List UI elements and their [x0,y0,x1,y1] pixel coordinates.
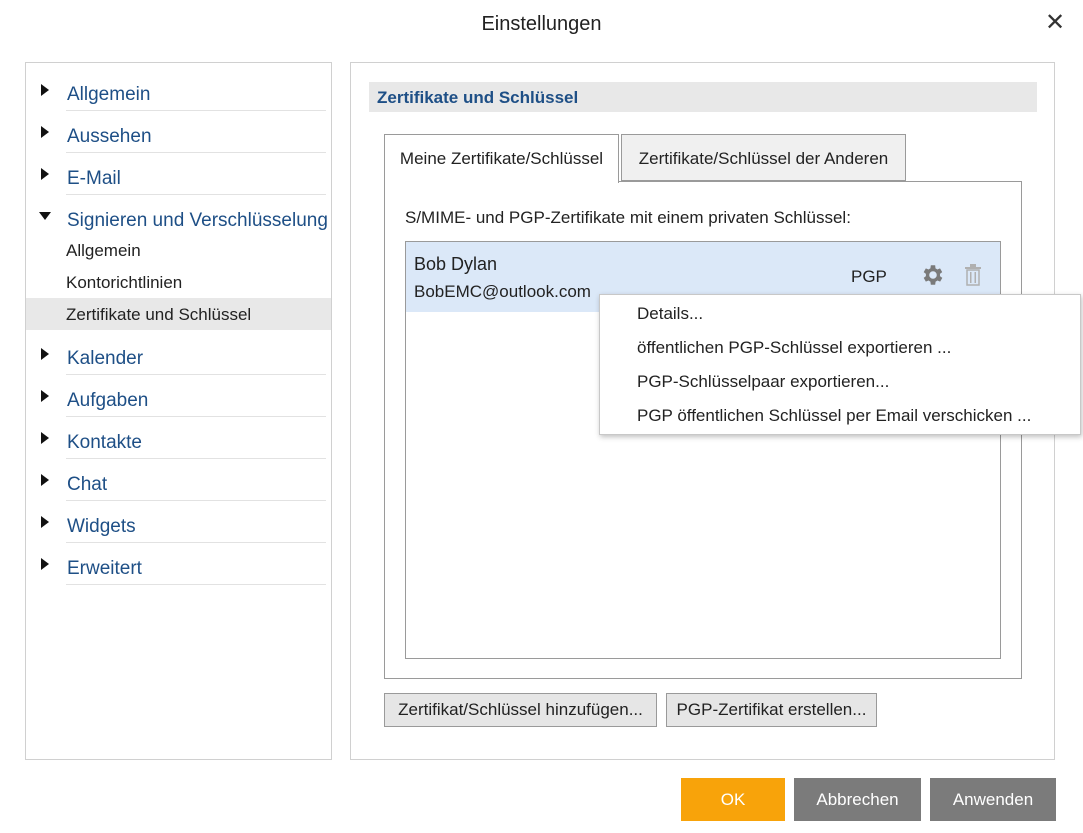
menu-item-label: PGP-Schlüsselpaar exportieren... [637,372,890,391]
sidebar-subitem-label: Kontorichtlinien [66,273,183,292]
sidebar-item-label: Signieren und Verschlüsselung [67,210,328,231]
tab-my-certificates[interactable]: Meine Zertifikate/Schlüssel [384,134,619,183]
sidebar-item-chat[interactable]: Chat [26,459,331,501]
window-title: Einstellungen [481,13,602,35]
close-icon[interactable]: ✕ [1040,8,1070,38]
ok-button[interactable]: OK [681,778,785,821]
sidebar-item-email[interactable]: E-Mail [26,153,331,195]
sidebar-subitem-label: Zertifikate und Schlüssel [66,305,252,324]
menu-item-email-public-key[interactable]: PGP öffentlichen Schlüssel per Email ver… [600,398,1080,432]
menu-item-label: Details... [637,304,704,323]
sidebar-item-label: Kalender [67,348,144,369]
menu-item-label: PGP öffentlichen Schlüssel per Email ver… [637,406,1032,425]
sidebar-item-kontakte[interactable]: Kontakte [26,417,331,459]
sidebar-item-erweitert[interactable]: Erweitert [26,543,331,585]
triangle-right-icon [41,474,49,486]
section-title: Zertifikate und Schlüssel [377,88,579,107]
gear-icon[interactable] [920,262,946,288]
section-header: Zertifikate und Schlüssel [369,82,1037,112]
create-pgp-certificate-button[interactable]: PGP-Zertifikat erstellen... [666,693,877,727]
triangle-right-icon [41,348,49,360]
triangle-right-icon [41,432,49,444]
certificate-type: PGP [851,267,887,286]
apply-button[interactable]: Anwenden [930,778,1056,821]
sidebar-item-label: Kontakte [67,432,142,453]
sidebar-item-allgemein[interactable]: Allgemein [26,69,331,111]
menu-item-export-keypair[interactable]: PGP-Schlüsselpaar exportieren... [600,364,1080,398]
certificate-list-label: S/MIME- und PGP-Zertifikate mit einem pr… [405,208,851,227]
sidebar-item-label: Erweitert [67,558,142,579]
triangle-right-icon [41,126,49,138]
trash-icon[interactable] [963,263,983,287]
sidebar-item-label: Widgets [67,516,136,537]
certificate-email: BobEMC@outlook.com [414,282,591,301]
sidebar-item-label: Aussehen [67,126,152,147]
triangle-right-icon [41,168,49,180]
menu-item-label: öffentlichen PGP-Schlüssel exportieren .… [637,338,952,357]
triangle-down-icon [39,212,51,220]
add-certificate-button[interactable]: Zertifikat/Schlüssel hinzufügen... [384,693,657,727]
sidebar-item-widgets[interactable]: Widgets [26,501,331,543]
context-menu: Details... öffentlichen PGP-Schlüssel ex… [599,294,1081,435]
sidebar-item-aussehen[interactable]: Aussehen [26,111,331,153]
sidebar-subitem-zertifikate[interactable]: Zertifikate und Schlüssel [26,298,331,330]
sidebar-item-label: E-Mail [67,168,121,189]
sidebar-item-kalender[interactable]: Kalender [26,333,331,375]
sidebar-subitem-kontorichtlinien[interactable]: Kontorichtlinien [26,266,331,298]
triangle-right-icon [41,516,49,528]
triangle-right-icon [41,558,49,570]
sidebar-item-aufgaben[interactable]: Aufgaben [26,375,331,417]
sidebar-item-label: Chat [67,474,108,495]
certificate-name: Bob Dylan [414,254,498,274]
sidebar-subitem-allgemein[interactable]: Allgemein [26,234,331,266]
triangle-right-icon [41,84,49,96]
sidebar-item-label: Allgemein [67,84,151,105]
menu-item-details[interactable]: Details... [600,296,1080,330]
sidebar: Allgemein Aussehen E-Mail Signieren und … [25,62,332,760]
cancel-button[interactable]: Abbrechen [794,778,921,821]
sidebar-item-signieren[interactable]: Signieren und Verschlüsselung [26,195,331,237]
menu-item-export-public-key[interactable]: öffentlichen PGP-Schlüssel exportieren .… [600,330,1080,364]
sidebar-item-label: Aufgaben [67,390,149,411]
tab-others-certificates[interactable]: Zertifikate/Schlüssel der Anderen [621,134,906,181]
sidebar-subitem-label: Allgemein [66,241,141,260]
triangle-right-icon [41,390,49,402]
divider [66,584,326,585]
tab-label: Zertifikate/Schlüssel der Anderen [638,149,889,168]
tab-label: Meine Zertifikate/Schlüssel [399,149,604,168]
